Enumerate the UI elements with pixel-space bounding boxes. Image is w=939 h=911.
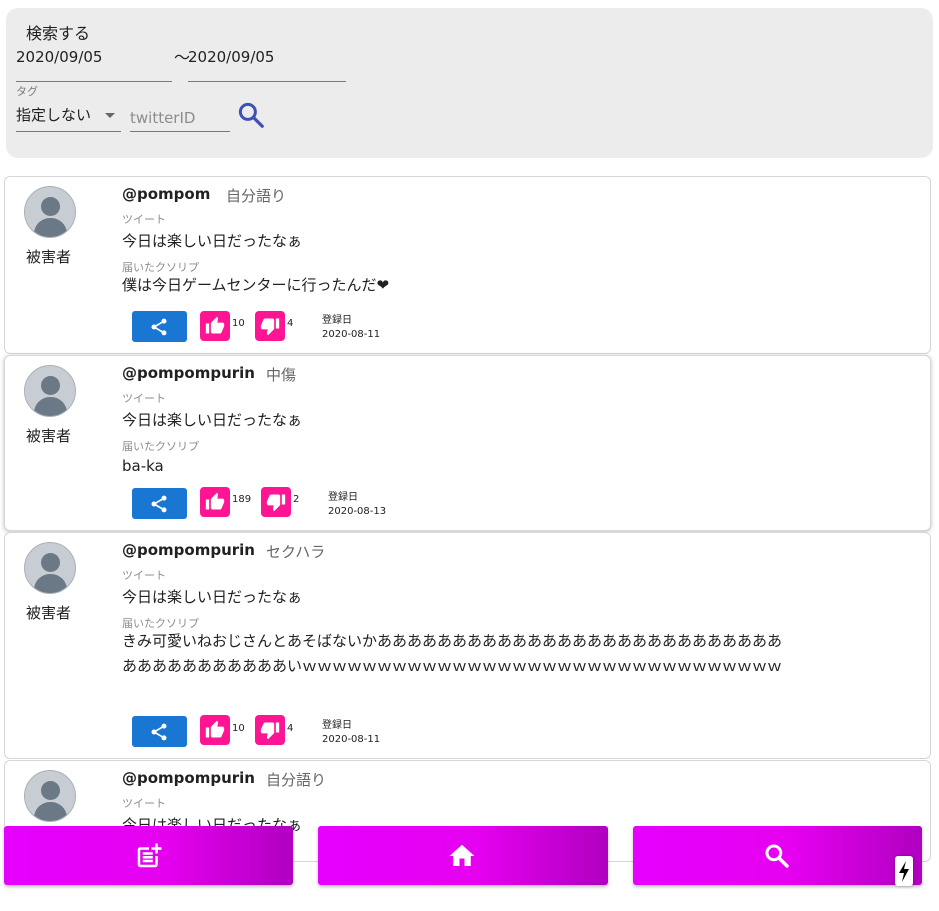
- bolt-icon: [899, 861, 909, 882]
- search-button[interactable]: [236, 100, 266, 130]
- category-label: セクハラ: [266, 543, 326, 561]
- post-card: 被害者 @pompompurin 中傷 ツイート 今日は楽しい日だったなぁ 届い…: [4, 355, 931, 531]
- tweet-text: 今日は楽しい日だったなぁ: [122, 411, 303, 429]
- post-nav-button[interactable]: [4, 826, 293, 885]
- registered-date: 2020-08-11: [322, 734, 381, 745]
- avatar: [24, 542, 76, 594]
- like-button[interactable]: [200, 715, 230, 745]
- avatar: [24, 770, 76, 822]
- home-icon: [449, 844, 475, 866]
- like-button[interactable]: [200, 311, 230, 341]
- twitter-id-input[interactable]: [130, 104, 230, 132]
- registered-date: 2020-08-13: [328, 506, 387, 517]
- twitter-handle: @pompompurin: [122, 364, 255, 382]
- post-add-icon: [137, 843, 162, 868]
- registered-date: 2020-08-11: [322, 329, 381, 340]
- dislike-button[interactable]: [255, 715, 285, 745]
- twitter-handle: @pompompurin: [122, 769, 255, 787]
- category-label: 自分語り: [266, 771, 327, 789]
- date-to-field[interactable]: 2020/09/05: [188, 48, 346, 82]
- date-from-field[interactable]: 2020/09/05: [16, 48, 172, 82]
- share-icon: [151, 318, 167, 336]
- dislike-count: 4: [287, 723, 294, 734]
- dislike-count: 4: [287, 318, 294, 329]
- post-card: 被害者 @pompompurin セクハラ ツイート 今日は楽しい日だったなぁ …: [4, 532, 931, 759]
- twitter-handle: @pompom: [122, 185, 211, 203]
- search-icon: [765, 844, 789, 868]
- dislike-button[interactable]: [255, 311, 285, 341]
- home-nav-button[interactable]: [318, 826, 608, 885]
- category-label: 中傷: [266, 366, 297, 384]
- share-button[interactable]: [132, 488, 187, 519]
- role-label: 被害者: [26, 604, 72, 622]
- registered-label: 登録日: [322, 720, 352, 731]
- post-card: 被害者 @pompom 自分語り ツイート 今日は楽しい日だったなぁ 届いたクソ…: [4, 176, 931, 354]
- registered-label: 登録日: [328, 492, 358, 503]
- tag-label: タグ: [16, 85, 38, 98]
- search-title: 検索する: [26, 24, 91, 43]
- thumb-up-icon: [205, 492, 225, 510]
- tweet-text: 今日は楽しい日だったなぁ: [122, 232, 303, 250]
- search-icon: [238, 102, 264, 128]
- like-count: 189: [232, 494, 252, 505]
- reply-text: きみ可愛いねおじさんとあそばないかあああああああああああああああああああああああ…: [122, 632, 783, 675]
- tweet-label: ツイート: [122, 213, 166, 226]
- role-label: 被害者: [26, 248, 72, 266]
- bolt-button[interactable]: [895, 856, 913, 886]
- reply-label: 届いたクソリプ: [122, 440, 199, 453]
- twitter-handle: @pompompurin: [122, 541, 255, 559]
- tweet-label: ツイート: [122, 392, 166, 405]
- avatar: [24, 365, 76, 417]
- tweet-label: ツイート: [122, 797, 166, 810]
- share-icon: [151, 723, 167, 741]
- share-button[interactable]: [132, 311, 187, 342]
- share-button[interactable]: [132, 716, 187, 747]
- category-label: 自分語り: [226, 187, 287, 205]
- search-nav-button[interactable]: [633, 826, 922, 885]
- registered-label: 登録日: [322, 315, 352, 326]
- reply-text: 僕は今日ゲームセンターに行ったんだ❤: [122, 276, 390, 294]
- tag-select-value: 指定しない: [16, 106, 92, 124]
- thumb-up-icon: [205, 720, 225, 738]
- thumb-up-icon: [205, 316, 225, 334]
- like-count: 10: [232, 723, 245, 734]
- dislike-button[interactable]: [261, 487, 291, 517]
- like-button[interactable]: [200, 487, 230, 517]
- dislike-count: 2: [293, 494, 300, 505]
- share-icon: [151, 495, 167, 513]
- thumb-down-icon: [260, 318, 280, 336]
- like-count: 10: [232, 318, 245, 329]
- tweet-label: ツイート: [122, 569, 166, 582]
- tweet-text: 今日は楽しい日だったなぁ: [122, 588, 303, 606]
- thumb-down-icon: [260, 722, 280, 740]
- avatar: [24, 186, 76, 238]
- reply-text: ba-ka: [122, 457, 164, 475]
- role-label: 被害者: [26, 427, 72, 445]
- tag-select[interactable]: 指定しない: [16, 104, 121, 132]
- search-panel: 検索する 2020/09/05 〜 2020/09/05 タグ 指定しない: [6, 8, 933, 158]
- thumb-down-icon: [266, 494, 286, 512]
- chevron-down-icon: [105, 113, 115, 118]
